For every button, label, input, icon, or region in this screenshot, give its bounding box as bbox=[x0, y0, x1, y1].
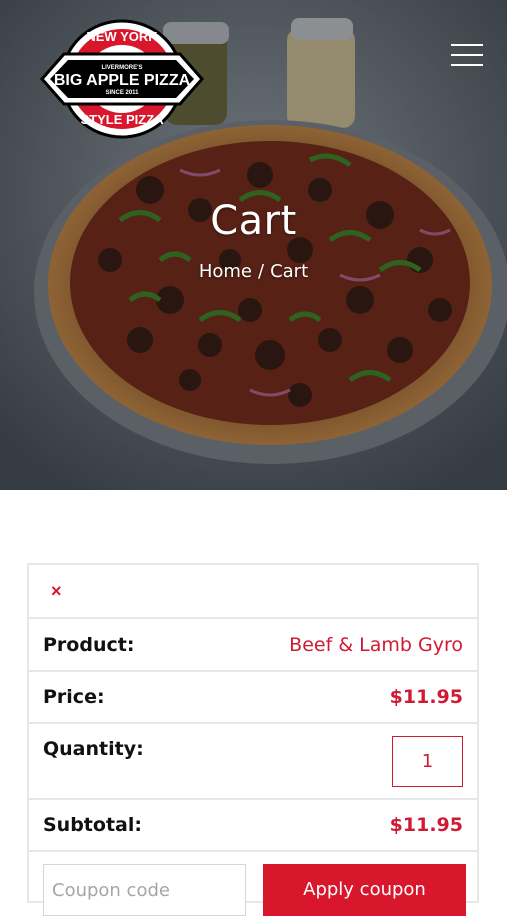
subtotal-value: $11.95 bbox=[389, 814, 463, 836]
logo-bottom-text: STYLE PIZZA bbox=[80, 112, 164, 127]
cart-coupon-row: Apply coupon bbox=[29, 852, 477, 916]
hero-banner: NEW YORK LIVERMORE'S BIG APPLE PIZZA SIN… bbox=[0, 0, 507, 490]
cart-subtotal-row: Subtotal: $11.95 bbox=[29, 800, 477, 852]
menu-line bbox=[451, 44, 483, 46]
menu-line bbox=[451, 54, 483, 56]
coupon-code-input[interactable] bbox=[43, 864, 246, 916]
logo-since-text: SINCE 2011 bbox=[105, 90, 139, 96]
logo-main-text: BIG APPLE PIZZA bbox=[54, 72, 191, 89]
product-label: Product: bbox=[43, 634, 135, 656]
quantity-label: Quantity: bbox=[43, 738, 144, 760]
breadcrumb-current: Cart bbox=[270, 261, 309, 282]
quantity-input[interactable] bbox=[392, 736, 463, 787]
cart-quantity-row: Quantity: bbox=[29, 724, 477, 800]
logo-small-text: LIVERMORE'S bbox=[101, 65, 142, 71]
menu-line bbox=[451, 64, 483, 66]
cart-remove-row: × bbox=[29, 565, 477, 619]
hamburger-menu-icon[interactable] bbox=[451, 44, 483, 66]
breadcrumb-home-link[interactable]: Home bbox=[199, 261, 252, 282]
logo-top-text: NEW YORK bbox=[86, 29, 158, 44]
breadcrumb-separator: / bbox=[258, 261, 265, 282]
price-label: Price: bbox=[43, 686, 105, 708]
cart-product-row: Product: Beef & Lamb Gyro bbox=[29, 619, 477, 672]
product-link[interactable]: Beef & Lamb Gyro bbox=[289, 634, 463, 656]
apply-coupon-button[interactable]: Apply coupon bbox=[263, 864, 466, 916]
cart-table: × Product: Beef & Lamb Gyro Price: $11.9… bbox=[27, 563, 479, 916]
remove-item-icon[interactable]: × bbox=[51, 581, 62, 601]
big-apple-pizza-logo[interactable]: NEW YORK LIVERMORE'S BIG APPLE PIZZA SIN… bbox=[40, 18, 204, 140]
subtotal-label: Subtotal: bbox=[43, 814, 142, 836]
breadcrumb: Home / Cart bbox=[0, 261, 507, 282]
page-title: Cart bbox=[210, 198, 297, 244]
price-value: $11.95 bbox=[389, 686, 463, 708]
cart-price-row: Price: $11.95 bbox=[29, 672, 477, 724]
